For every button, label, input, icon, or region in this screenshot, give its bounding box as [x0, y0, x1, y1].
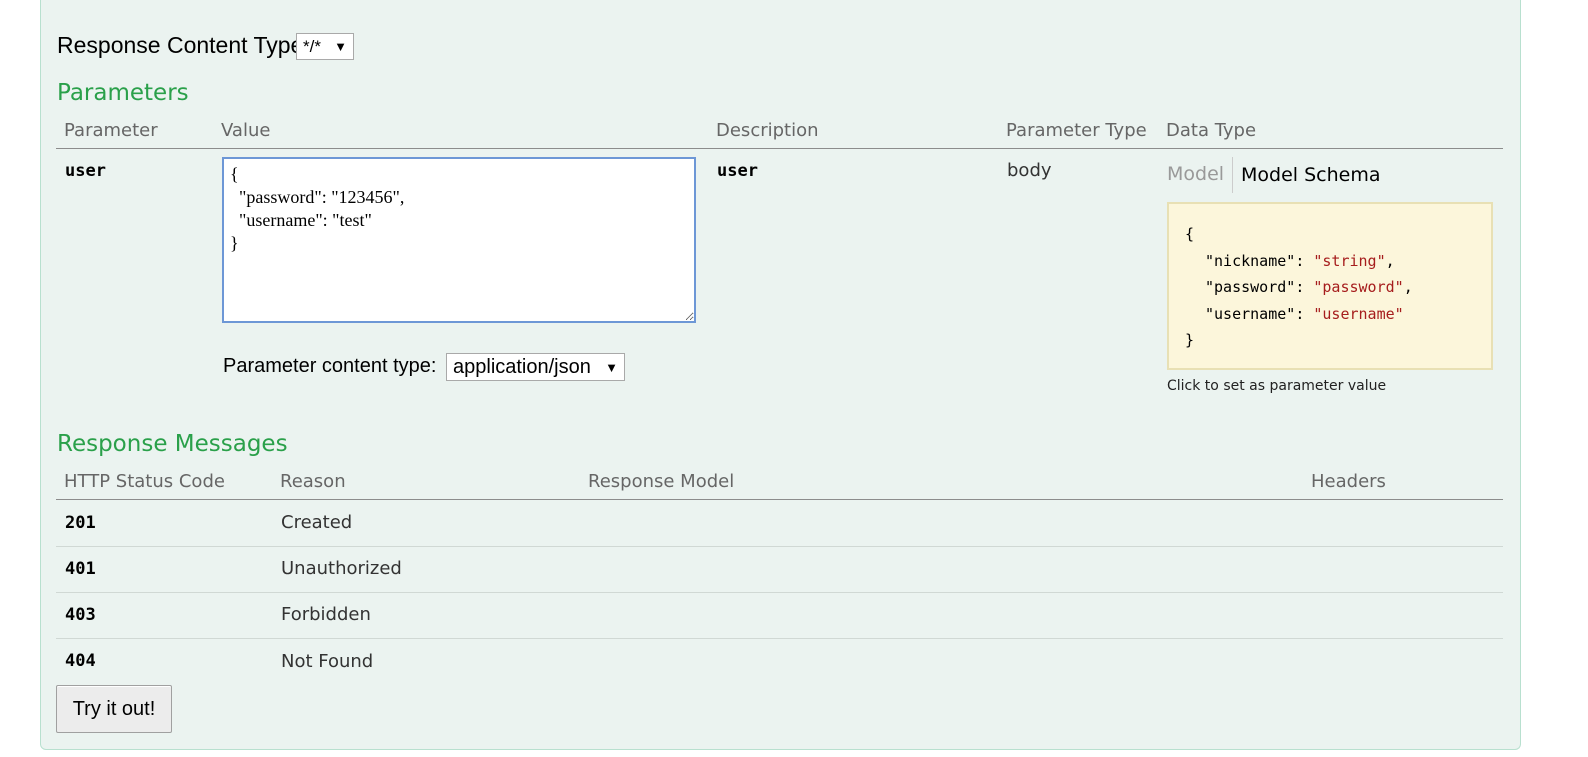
response-messages-title: Response Messages — [57, 431, 288, 457]
param-header-divider — [56, 148, 1503, 149]
schema-value: "string" — [1313, 251, 1386, 270]
schema-hint: Click to set as parameter value — [1167, 378, 1387, 394]
response-content-type-select[interactable]: */* ▼ — [296, 33, 354, 60]
row-divider — [56, 592, 1503, 593]
param-value-textarea[interactable]: { "password": "123456", "username": "tes… — [222, 157, 696, 323]
resp-header-divider — [56, 499, 1503, 500]
chevron-down-icon: ▼ — [605, 359, 618, 375]
parameters-title: Parameters — [57, 80, 189, 106]
resp-code: 403 — [65, 605, 96, 625]
schema-key: "username" — [1205, 304, 1296, 323]
tab-model[interactable]: Model — [1167, 163, 1224, 185]
schema-comma: , — [1385, 251, 1395, 270]
param-header-description: Description — [716, 120, 819, 141]
schema-close-brace: } — [1185, 331, 1195, 349]
schema-comma: , — [1403, 278, 1413, 296]
row-divider — [56, 546, 1503, 547]
schema-key: "password" — [1205, 278, 1296, 296]
param-header-value: Value — [221, 120, 271, 141]
resp-code: 404 — [65, 651, 96, 671]
schema-key: "nickname" — [1205, 251, 1296, 270]
resp-reason: Not Found — [281, 651, 374, 672]
schema-value: "password" — [1313, 278, 1404, 296]
parameter-content-type-value: application/json — [453, 355, 591, 378]
try-it-out-button[interactable]: Try it out! — [56, 685, 172, 733]
resp-header-status: HTTP Status Code — [64, 471, 225, 492]
resp-header-reason: Reason — [280, 471, 346, 492]
resp-reason: Created — [281, 512, 353, 533]
response-content-type-label: Response Content Type — [57, 32, 304, 58]
param-description: user — [717, 161, 758, 181]
schema-line: "nickname": "string", — [1205, 251, 1395, 270]
schema-line: "password": "password", — [1205, 278, 1413, 296]
resp-header-model: Response Model — [588, 471, 735, 492]
param-header-data-type: Data Type — [1166, 120, 1257, 141]
param-type: body — [1007, 160, 1052, 181]
schema-value: "username" — [1313, 304, 1404, 323]
chevron-down-icon: ▼ — [334, 39, 347, 54]
tab-model-schema[interactable]: Model Schema — [1241, 164, 1380, 186]
param-header-parameter-type: Parameter Type — [1006, 120, 1147, 141]
resp-header-headers: Headers — [1311, 471, 1386, 492]
response-content-type-value: */* — [303, 36, 321, 56]
param-name: user — [65, 161, 106, 181]
param-header-parameter: Parameter — [64, 120, 158, 141]
model-schema-snippet[interactable]: { "nickname": "string", "password": "pas… — [1167, 202, 1493, 370]
row-divider — [56, 638, 1503, 639]
tab-separator — [1232, 157, 1233, 193]
parameter-content-type-label: Parameter content type: — [223, 355, 437, 377]
resp-reason: Forbidden — [281, 604, 371, 625]
schema-line: "username": "username" — [1205, 304, 1404, 323]
parameter-content-type-select[interactable]: application/json ▼ — [446, 353, 625, 381]
resp-reason: Unauthorized — [281, 558, 402, 579]
schema-open-brace: { — [1185, 225, 1195, 243]
resp-code: 201 — [65, 513, 96, 533]
resp-code: 401 — [65, 559, 96, 579]
